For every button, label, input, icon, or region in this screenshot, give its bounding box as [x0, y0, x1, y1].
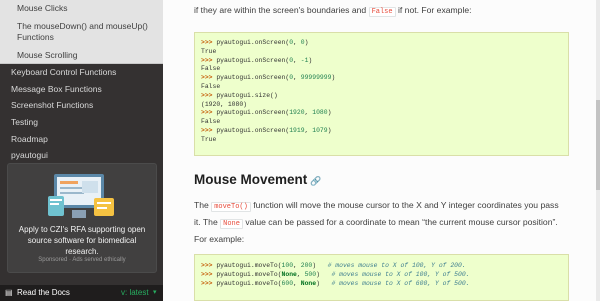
code-text: pyautogui.onScreen(0, 0): [216, 39, 309, 46]
heading-text: Mouse Movement: [194, 172, 308, 187]
code-output: False: [201, 65, 221, 73]
code-line: >>> pyautogui.size(): [195, 92, 568, 101]
code-line: True: [195, 136, 568, 145]
code-line: >>> pyautogui.onScreen(0, -1): [195, 57, 568, 66]
code-line: >>> pyautogui.onScreen(1919, 1079): [195, 127, 568, 136]
sidebar-item-mouse-clicks[interactable]: Mouse Clicks: [0, 0, 163, 19]
main-content: if they are within the screen's boundari…: [163, 0, 600, 301]
version-selector[interactable]: v: latest: [121, 285, 149, 301]
code-text: pyautogui.moveTo(100, 200): [216, 262, 317, 269]
false-literal: False: [368, 7, 396, 17]
code-line: False: [195, 118, 568, 127]
sidebar-subnav: Mouse Clicks The mouseDown() and mouseUp…: [0, 0, 163, 64]
code-output: False: [201, 118, 221, 126]
code-line: >>> pyautogui.moveTo(600, None) # moves …: [195, 280, 568, 289]
code-prompt: >>>: [201, 74, 217, 82]
code-text: pyautogui.onScreen(1919, 1079): [216, 126, 332, 134]
moveto-literal: moveTo(): [211, 202, 251, 212]
intro-text-after: if not. For example:: [397, 5, 472, 15]
ad-sponsor-note: Sponsored · Ads served ethically: [38, 257, 126, 263]
section-heading-mouse-movement: Mouse Movement 🔗: [194, 172, 322, 187]
sidebar-item-roadmap[interactable]: Roadmap: [0, 131, 163, 148]
ad-text[interactable]: Apply to CZI's RFA supporting open sourc…: [12, 224, 152, 257]
code-prompt: >>>: [201, 56, 217, 64]
sponsor-ad[interactable]: Apply to CZI's RFA supporting open sourc…: [7, 163, 157, 273]
code-comment: # moves mouse to X of 100, Y of 200.: [327, 262, 466, 269]
code-line: (1920, 1080): [195, 101, 568, 110]
intro-text-before: if they are within the screen's boundari…: [194, 5, 367, 15]
code-text: pyautogui.onScreen(1920, 1080): [216, 109, 332, 117]
para2-text-3: value can be passed for a coordinate to …: [194, 217, 558, 244]
read-the-docs-bar[interactable]: ▤ Read the Docs v: latest ▾: [0, 285, 163, 301]
code-output: False: [201, 82, 221, 90]
moveto-paragraph: The moveTo() function will move the mous…: [194, 198, 564, 247]
sidebar: Mouse Clicks The mouseDown() and mouseUp…: [0, 0, 163, 301]
code-prompt: >>>: [201, 126, 217, 134]
para2-text-1: The: [194, 200, 209, 210]
code-comment: # moves mouse to X of 100, Y of 500.: [331, 270, 470, 278]
code-output: True: [201, 47, 217, 55]
code-prompt: >>>: [201, 109, 217, 117]
sidebar-item-message-box[interactable]: Message Box Functions: [0, 81, 163, 98]
code-line: >>> pyautogui.moveTo(None, 500) # moves …: [195, 271, 568, 280]
code-comment: # moves mouse to X of 600, Y of 500.: [331, 279, 470, 287]
sidebar-item-pyautogui[interactable]: pyautogui: [0, 147, 163, 164]
code-prompt: >>>: [201, 91, 217, 99]
book-icon: ▤: [5, 288, 13, 297]
sidebar-item-keyboard-control[interactable]: Keyboard Control Functions: [0, 64, 163, 81]
sidebar-item-testing[interactable]: Testing: [0, 114, 163, 131]
code-block-moveto: >>> pyautogui.moveTo(100, 200) # moves m…: [194, 254, 569, 301]
read-the-docs-label: Read the Docs: [17, 288, 70, 297]
code-line: >>> pyautogui.onScreen(0, 0): [195, 39, 568, 48]
code-line: False: [195, 83, 568, 92]
page-scrollbar-thumb[interactable]: [596, 100, 600, 190]
code-text: pyautogui.size(): [216, 91, 278, 99]
code-prompt: >>>: [201, 270, 217, 278]
code-line: >>> pyautogui.moveTo(100, 200) # moves m…: [195, 262, 568, 271]
code-text: pyautogui.onScreen(0, -1): [216, 56, 313, 64]
none-literal: None: [220, 219, 243, 229]
code-line: False: [195, 65, 568, 74]
chevron-down-icon[interactable]: ▾: [153, 285, 157, 301]
intro-paragraph: if they are within the screen's boundari…: [194, 3, 472, 20]
sidebar-item-mouse-scrolling[interactable]: Mouse Scrolling: [0, 47, 163, 64]
code-text: pyautogui.moveTo(600, None): [216, 279, 320, 287]
code-output: True: [201, 135, 217, 143]
code-text: pyautogui.moveTo(None, 500): [216, 270, 320, 278]
sidebar-item-mousedown-mouseup[interactable]: The mouseDown() and mouseUp() Functions: [0, 19, 163, 47]
code-text: pyautogui.onScreen(0, 99999999): [216, 74, 336, 82]
permalink-icon[interactable]: 🔗: [310, 176, 321, 186]
code-line: >>> pyautogui.onScreen(0, 99999999): [195, 74, 568, 83]
code-prompt: >>>: [201, 279, 217, 287]
sidebar-item-screenshot[interactable]: Screenshot Functions: [0, 97, 163, 114]
ad-illustration-icon: [48, 174, 114, 218]
code-block-onscreen: >>> pyautogui.onScreen(0, 0) True >>> pyau…: [194, 32, 569, 156]
code-line: >>> pyautogui.onScreen(1920, 1080): [195, 109, 568, 118]
code-prompt: >>>: [201, 39, 217, 46]
code-output: (1920, 1080): [201, 100, 248, 108]
code-line: True: [195, 48, 568, 57]
code-prompt: >>>: [201, 262, 217, 269]
